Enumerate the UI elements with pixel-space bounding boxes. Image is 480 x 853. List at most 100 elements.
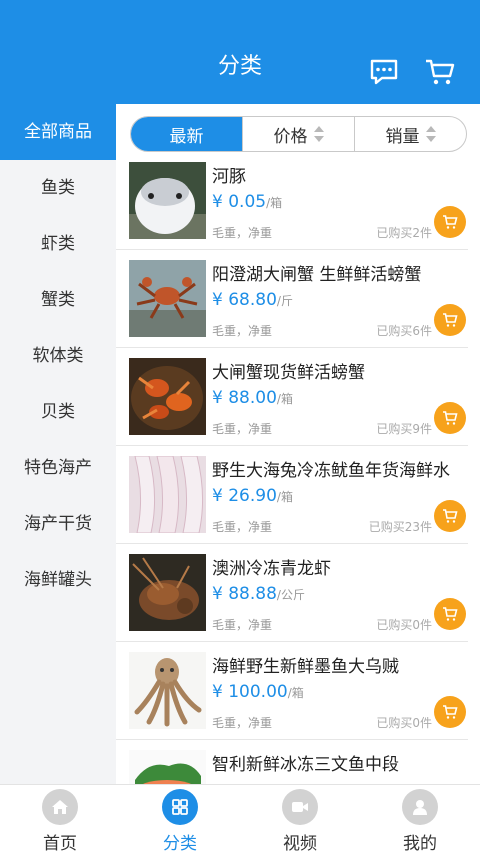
sidebar-item-canned[interactable]: 海鲜罐头 [0,552,116,608]
product-item[interactable]: 海鲜野生新鲜墨鱼大乌贼 ¥ 100.00/箱 毛重，净重 已购买0件 [116,642,468,740]
tab-home[interactable]: 首页 [0,785,120,853]
cart-icon [443,313,458,327]
purchase-count: 已购买23件 [368,520,432,534]
tab-home-label: 首页 [43,834,77,853]
product-attributes: 毛重，净重 [212,226,273,240]
currency-symbol: ¥ [212,388,223,408]
price-value: 88.88 [228,584,277,604]
add-to-cart-button[interactable] [434,696,466,728]
product-attributes: 毛重，净重 [212,324,273,338]
product-item[interactable]: 智利新鲜冰冻三文鱼中段 [116,740,468,784]
sidebar-item-shellfish[interactable]: 贝类 [0,384,116,440]
product-name: 阳澄湖大闸蟹 生鲜鲜活螃蟹 [212,265,422,285]
sidebar-item-specialty[interactable]: 特色海产 [0,440,116,496]
sort-arrows-icon [425,126,436,142]
add-to-cart-button[interactable] [434,206,466,238]
product-image[interactable] [129,554,206,631]
cart-icon [443,607,458,621]
product-image[interactable] [129,358,206,435]
add-to-cart-button[interactable] [434,598,466,630]
purchase-count: 已购买0件 [376,716,432,730]
sort-sales-label: 销量 [385,126,420,147]
category-grid-icon [162,789,198,825]
price-value: 100.00 [228,682,288,702]
product-image[interactable] [129,652,206,729]
product-item[interactable]: 澳洲冷冻青龙虾 ¥ 88.88/公斤 毛重，净重 已购买0件 [116,544,468,642]
product-name: 海鲜野生新鲜墨鱼大乌贼 [212,657,399,677]
sort-price-label: 价格 [273,126,308,147]
sidebar-item-fish[interactable]: 鱼类 [0,160,116,216]
product-price: ¥ 68.80/斤 [212,290,293,310]
sort-bar: 最新 价格 销量 [130,116,467,152]
shopping-cart-icon[interactable] [424,56,456,88]
purchase-count: 已购买2件 [376,226,432,240]
price-value: 0.05 [228,192,267,212]
bottom-tab-bar: 首页 分类 视频 我的 [0,784,480,853]
sidebar-item-dried[interactable]: 海产干货 [0,496,116,552]
top-header: 分类 [0,0,480,104]
sort-price-tab[interactable]: 价格 [242,117,354,151]
purchase-count: 已购买6件 [376,324,432,338]
price-unit: /箱 [287,686,304,700]
currency-symbol: ¥ [212,192,223,212]
message-icon[interactable] [368,56,400,88]
currency-symbol: ¥ [212,290,223,310]
add-to-cart-button[interactable] [434,402,466,434]
product-price: ¥ 88.88/公斤 [212,584,305,604]
sidebar-item-crab[interactable]: 蟹类 [0,272,116,328]
product-image[interactable] [129,260,206,337]
product-attributes: 毛重，净重 [212,422,273,436]
product-name: 大闸蟹现货鲜活螃蟹 [212,363,365,383]
price-unit: /斤 [276,294,293,308]
home-icon [42,789,78,825]
sort-sales-tab[interactable]: 销量 [354,117,466,151]
product-price: ¥ 26.90/箱 [212,486,293,506]
product-item[interactable]: 大闸蟹现货鲜活螃蟹 ¥ 88.00/箱 毛重，净重 已购买9件 [116,348,468,446]
product-attributes: 毛重，净重 [212,618,273,632]
currency-symbol: ¥ [212,486,223,506]
price-unit: /箱 [276,392,293,406]
tab-mine-label: 我的 [403,834,437,853]
product-price: ¥ 0.05/箱 [212,192,282,212]
product-image[interactable] [129,750,206,784]
product-attributes: 毛重，净重 [212,716,273,730]
user-profile-icon [402,789,438,825]
add-to-cart-button[interactable] [434,500,466,532]
product-name: 河豚 [212,167,246,187]
tab-video-label: 视频 [283,834,317,853]
sidebar-item-mollusk[interactable]: 软体类 [0,328,116,384]
price-value: 88.00 [228,388,277,408]
page-title: 分类 [217,54,262,79]
tab-category[interactable]: 分类 [120,785,240,853]
cart-icon [443,509,458,523]
sort-arrows-icon [313,126,324,142]
sidebar-item-all[interactable]: 全部商品 [0,104,116,160]
video-camera-icon [282,789,318,825]
tab-category-label: 分类 [163,834,197,853]
cart-icon [443,411,458,425]
tab-video[interactable]: 视频 [240,785,360,853]
purchase-count: 已购买9件 [376,422,432,436]
product-item[interactable]: 野生大海兔冷冻鱿鱼年货海鲜水 ¥ 26.90/箱 毛重，净重 已购买23件 [116,446,468,544]
currency-symbol: ¥ [212,682,223,702]
purchase-count: 已购买0件 [376,618,432,632]
price-unit: /箱 [276,490,293,504]
product-image[interactable] [129,162,206,239]
sidebar-item-shrimp[interactable]: 虾类 [0,216,116,272]
tab-mine[interactable]: 我的 [360,785,480,853]
cart-icon [443,215,458,229]
product-name: 野生大海兔冷冻鱿鱼年货海鲜水 [212,461,450,481]
product-name: 澳洲冷冻青龙虾 [212,559,331,579]
cart-icon [443,705,458,719]
price-value: 26.90 [228,486,277,506]
price-value: 68.80 [228,290,277,310]
product-image[interactable] [129,456,206,533]
add-to-cart-button[interactable] [434,304,466,336]
product-item[interactable]: 阳澄湖大闸蟹 生鲜鲜活螃蟹 ¥ 68.80/斤 毛重，净重 已购买6件 [116,250,468,348]
product-list: 河豚 ¥ 0.05/箱 毛重，净重 已购买2件 阳澄湖大闸蟹 生鲜鲜活螃蟹 ¥ … [116,152,480,784]
product-item[interactable]: 河豚 ¥ 0.05/箱 毛重，净重 已购买2件 [116,152,468,250]
sort-newest-tab[interactable]: 最新 [131,117,242,151]
currency-symbol: ¥ [212,584,223,604]
product-price: ¥ 100.00/箱 [212,682,304,702]
price-unit: /箱 [266,196,283,210]
